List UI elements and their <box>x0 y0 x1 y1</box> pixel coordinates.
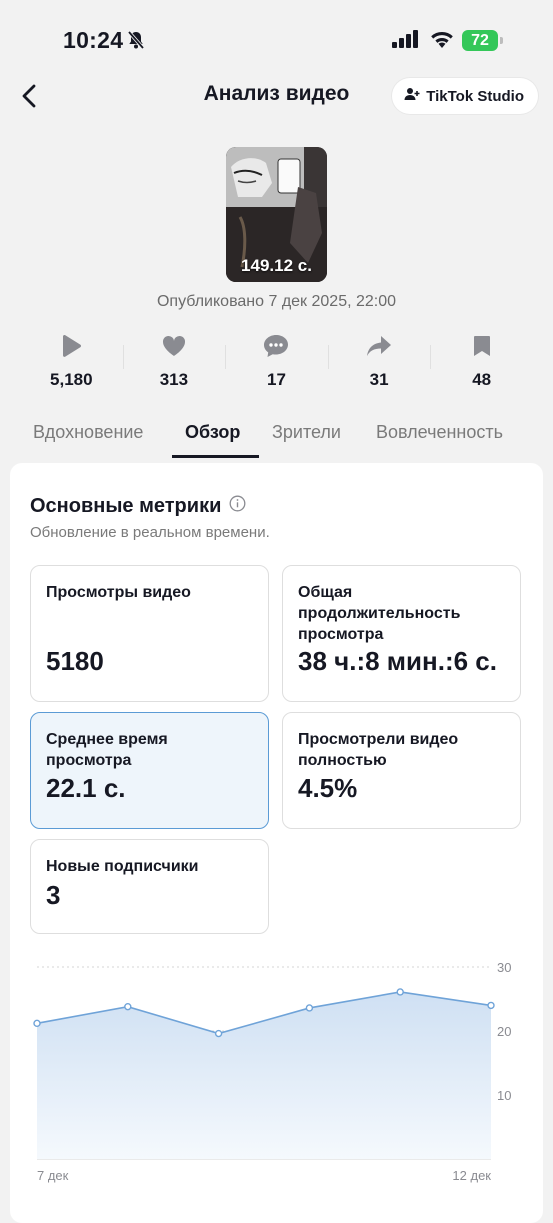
chart-x-tick-label: 12 дек <box>452 1168 491 1183</box>
tiktok-studio-button[interactable]: TikTok Studio <box>392 78 538 114</box>
stat-value: 313 <box>159 370 189 389</box>
avg-watch-time-chart: 10 20 30 7 дек 12 дек <box>33 960 511 1183</box>
stat-shares: 31 <box>327 333 431 393</box>
metric-value: 38 ч.:8 мин.:6 с. <box>298 646 497 676</box>
metric-card-total-watch-time[interactable]: Общая продолжительность просмотра 38 ч.:… <box>282 565 521 702</box>
signal-icon <box>392 30 420 53</box>
metric-value: 4.5% <box>298 773 358 803</box>
metric-card-avg-watch-time[interactable]: Среднее время просмотра 22.1 с. <box>30 712 269 829</box>
metric-value: 5180 <box>46 646 104 676</box>
tab-engagement[interactable]: Вовлеченность <box>376 422 503 443</box>
metric-card-full-watch[interactable]: Просмотрели видео полностью 4.5% <box>282 712 521 829</box>
active-tab-indicator <box>172 455 259 458</box>
tab-overview[interactable]: Обзор <box>185 422 240 443</box>
status-time: 10:24 <box>63 27 124 53</box>
share-icon <box>366 333 392 359</box>
tab-inspiration[interactable]: Вдохновение <box>33 422 143 443</box>
metric-card-views[interactable]: Просмотры видео 5180 <box>30 565 269 702</box>
metric-value: 22.1 с. <box>46 773 126 803</box>
chart-y-tick-label: 20 <box>497 1024 511 1039</box>
chart-point <box>33 1019 41 1028</box>
battery-tip <box>500 37 503 44</box>
video-thumbnail[interactable]: 149.12 с. <box>226 147 327 282</box>
chart-area-fill <box>37 991 491 1159</box>
stat-likes: 313 <box>122 333 226 393</box>
metric-label: Новые подписчики <box>46 858 199 875</box>
play-icon <box>60 333 82 359</box>
metric-label: Просмотры видео <box>46 584 191 601</box>
metric-label: Среднее время просмотра <box>46 731 168 769</box>
metric-label: Общая продолжительность просмотра <box>298 584 461 643</box>
wifi-icon <box>429 29 455 54</box>
chart-y-tick-label: 30 <box>497 960 511 975</box>
section-subtitle: Обновление в реальном времени. <box>30 524 270 541</box>
bookmark-icon <box>473 333 491 359</box>
chart-point <box>305 1004 314 1012</box>
chart-point <box>396 988 404 996</box>
chart-point <box>124 1002 132 1011</box>
comment-icon <box>263 333 289 359</box>
tab-audience[interactable]: Зрители <box>272 422 341 443</box>
stat-views: 5,180 <box>20 333 123 393</box>
heart-icon <box>162 333 186 359</box>
analytics-tabs: Вдохновение Обзор Зрители Вовлеченность <box>0 412 553 458</box>
metric-card-new-followers[interactable]: Новые подписчики 3 <box>30 839 269 934</box>
stat-value: 48 <box>472 370 492 389</box>
user-plus-icon <box>404 86 420 106</box>
published-date: Опубликовано 7 дек 2025, 22:00 <box>156 293 397 310</box>
stat-comments: 17 <box>225 333 328 393</box>
section-title-row: Основные метрики <box>30 495 246 518</box>
key-metrics-card: Основные метрики Обновление в реальном в… <box>10 463 543 1223</box>
battery-icon: 72 <box>462 30 498 51</box>
metric-value: 3 <box>46 880 61 910</box>
video-stats-row: 5,180 313 17 31 48 <box>20 333 533 393</box>
chart-y-tick-label: 10 <box>497 1088 511 1103</box>
tiktok-studio-label: TikTok Studio <box>426 87 524 105</box>
stat-saves: 48 <box>430 333 533 393</box>
chart-point <box>214 1029 223 1038</box>
nav-bar: Анализ видео TikTok Studio <box>0 70 553 122</box>
chart-point <box>487 1001 495 1010</box>
status-bar: 10:24 72 <box>0 0 553 80</box>
stat-value: 5,180 <box>50 370 93 389</box>
stat-value: 17 <box>267 370 286 389</box>
section-title: Основные метрики <box>30 495 222 517</box>
bell-muted-icon <box>126 30 146 55</box>
info-icon[interactable] <box>229 495 246 518</box>
chart-x-tick-label: 7 дек <box>37 1168 69 1183</box>
metric-label: Просмотрели видео полностью <box>298 731 459 769</box>
video-duration: 149.12 с. <box>241 256 312 275</box>
stat-value: 31 <box>369 370 389 389</box>
